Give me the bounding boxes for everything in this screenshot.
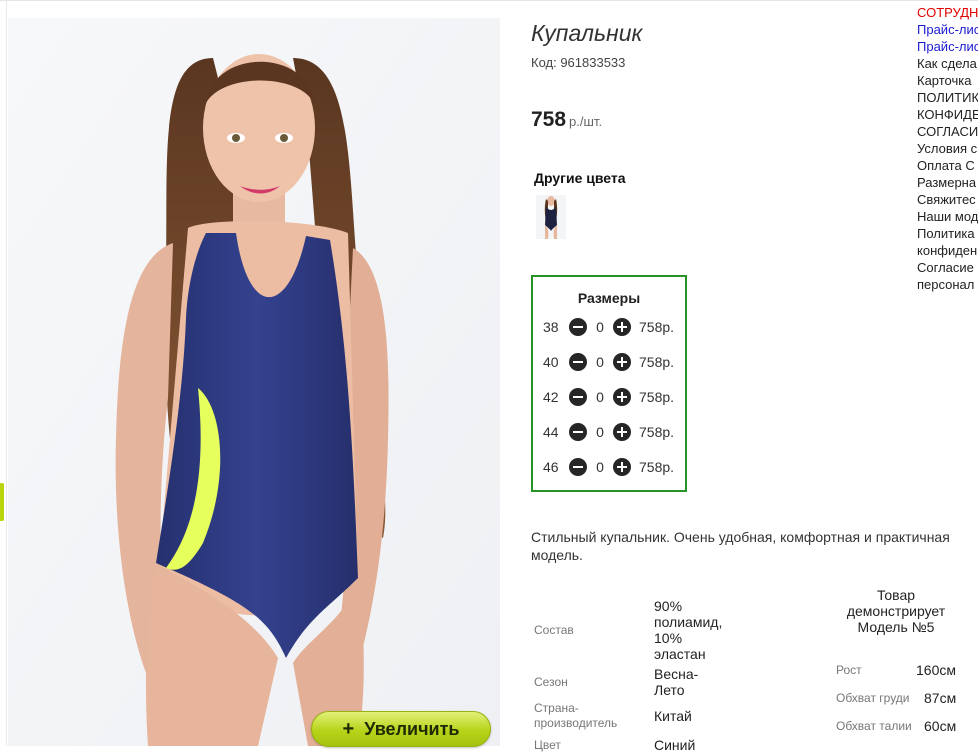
nav-link[interactable]: конфиден <box>917 242 978 259</box>
nav-link[interactable]: ПОЛИТИК <box>917 89 978 106</box>
model-param-value: 60см <box>924 718 957 734</box>
spec-value: 90% полиамид, 10% эластан <box>654 598 723 662</box>
nav-link[interactable]: Прайс-лис <box>917 38 978 55</box>
minus-icon[interactable] <box>569 458 587 476</box>
model-header: Товар демонстрирует Модель №5 <box>846 587 946 635</box>
nav-link[interactable]: КОНФИДЕ <box>917 106 978 123</box>
nav-link[interactable]: Размерна <box>917 174 978 191</box>
spec-label: Состав <box>534 623 574 637</box>
plus-icon[interactable] <box>613 458 631 476</box>
size-label: 42 <box>543 389 559 405</box>
nav-link[interactable]: Свяжитес <box>917 191 978 208</box>
size-price: 758р. <box>639 424 675 440</box>
model-param-label: Обхват талии <box>836 719 912 733</box>
color-variant-thumbnail[interactable] <box>536 195 566 239</box>
size-price: 758р. <box>639 319 675 335</box>
sizes-panel: Размеры 38 0 758р. 40 0 758р. 42 0 758р.… <box>531 275 687 492</box>
size-label: 40 <box>543 354 559 370</box>
spec-label: Сезон <box>534 675 568 689</box>
product-price: 758 р./шт. <box>531 108 602 132</box>
right-nav-menu: СОТРУДН Прайс-лис Прайс-лис Как сдела Ка… <box>917 4 978 293</box>
size-label: 38 <box>543 319 559 335</box>
minus-icon[interactable] <box>569 318 587 336</box>
plus-icon[interactable] <box>613 353 631 371</box>
size-label: 44 <box>543 424 559 440</box>
side-tab[interactable] <box>0 483 4 521</box>
nav-link[interactable]: Наши мод <box>917 208 978 225</box>
zoom-button-label: Увеличить <box>364 718 460 739</box>
size-price: 758р. <box>639 389 675 405</box>
quantity-value[interactable]: 0 <box>587 354 613 370</box>
model-param-value: 160см <box>916 662 956 678</box>
nav-link[interactable]: персонал <box>917 276 978 293</box>
nav-link[interactable]: Как сдела <box>917 55 978 72</box>
plus-icon[interactable] <box>613 318 631 336</box>
size-label: 46 <box>543 459 559 475</box>
spec-value: Синий <box>654 737 696 753</box>
model-param-label: Обхват груди <box>836 691 910 705</box>
size-row: 38 0 758р. <box>543 317 674 337</box>
size-price: 758р. <box>639 459 675 475</box>
top-border <box>0 0 978 1</box>
size-row: 46 0 758р. <box>543 457 674 477</box>
quantity-value[interactable]: 0 <box>587 389 613 405</box>
nav-link[interactable]: СОТРУДН <box>917 4 978 21</box>
left-border <box>6 0 7 746</box>
model-param-value: 87см <box>924 690 957 706</box>
product-photo[interactable] <box>8 18 500 746</box>
plus-icon[interactable] <box>613 423 631 441</box>
minus-icon[interactable] <box>569 353 587 371</box>
quantity-value[interactable]: 0 <box>587 459 613 475</box>
product-code: Код: 961833533 <box>531 55 626 70</box>
size-row: 44 0 758р. <box>543 422 674 442</box>
product-title: Купальник <box>531 20 643 46</box>
sizes-title: Размеры <box>577 290 641 306</box>
plus-icon: + <box>342 717 355 740</box>
nav-link[interactable]: Карточка <box>917 72 978 89</box>
nav-link[interactable]: Оплата С <box>917 157 978 174</box>
quantity-value[interactable]: 0 <box>587 424 613 440</box>
nav-link[interactable]: Прайс-лис <box>917 21 978 38</box>
product-description: Стильный купальник. Очень удобная, комфо… <box>531 529 950 563</box>
spec-value: Китай <box>654 708 692 724</box>
minus-icon[interactable] <box>569 388 587 406</box>
zoom-button[interactable]: + Увеличить <box>311 711 491 747</box>
size-price: 758р. <box>639 354 675 370</box>
size-row: 42 0 758р. <box>543 387 674 407</box>
nav-link[interactable]: Условия с <box>917 140 978 157</box>
plus-icon[interactable] <box>613 388 631 406</box>
spec-label: Страна-производитель <box>534 701 618 730</box>
price-unit: р./шт. <box>569 114 603 129</box>
size-row: 40 0 758р. <box>543 352 674 372</box>
nav-link[interactable]: Согласие <box>917 259 978 276</box>
model-param-label: Рост <box>836 663 862 677</box>
other-colors-title: Другие цвета <box>534 170 626 186</box>
spec-value: Весна-Лето <box>654 666 699 698</box>
nav-link[interactable]: СОГЛАСИ <box>917 123 978 140</box>
quantity-value[interactable]: 0 <box>587 319 613 335</box>
nav-link[interactable]: Политика <box>917 225 978 242</box>
price-value: 758 <box>531 108 567 131</box>
minus-icon[interactable] <box>569 423 587 441</box>
